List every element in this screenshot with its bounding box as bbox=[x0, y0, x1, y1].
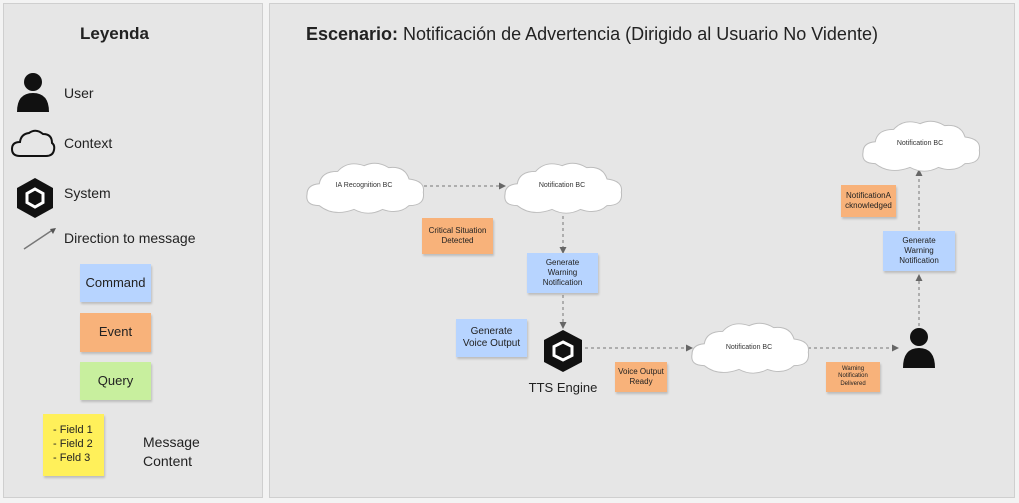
command-line: Warning bbox=[904, 246, 934, 255]
command-line: Notification bbox=[899, 256, 939, 265]
event-line: cknowledged bbox=[845, 201, 892, 210]
event-line: NotificationA bbox=[846, 191, 891, 200]
event-line: Critical Situation bbox=[428, 226, 487, 235]
command-generate-voice-output: Generate Voice Output bbox=[456, 319, 527, 357]
event-critical-situation-detected: Critical Situation Detected bbox=[422, 218, 493, 254]
event-line: Detected bbox=[441, 236, 474, 245]
cloud-label-notification-right: Notification BC bbox=[896, 140, 944, 147]
command-line: Notification bbox=[542, 278, 583, 287]
command-generate-warning-notification: Generate Warning Notification bbox=[527, 253, 598, 293]
event-line: Voice Output bbox=[618, 367, 664, 376]
command-line: Generate bbox=[470, 325, 513, 337]
command-line: Voice Output bbox=[462, 338, 521, 349]
command-line: Warning bbox=[547, 268, 578, 277]
event-line: Notification bbox=[838, 373, 868, 380]
event-notification-acknowledged: NotificationA cknowledged bbox=[841, 185, 896, 217]
command-line: Generate bbox=[545, 258, 580, 267]
tts-engine-label: TTS Engine bbox=[528, 380, 598, 395]
event-line: Ready bbox=[629, 377, 653, 386]
cloud-label-notification-top: Notification BC bbox=[538, 182, 586, 189]
diagram-canvas bbox=[306, 120, 981, 374]
event-warning-notification-delivered: Warning Notification Delivered bbox=[826, 362, 880, 392]
event-line: Warning bbox=[841, 365, 865, 372]
cloud-label-notification-mid: Notification BC bbox=[725, 344, 773, 351]
command-generate-warning-notification-2: Generate Warning Notification bbox=[883, 231, 955, 271]
command-line: Generate bbox=[902, 236, 936, 245]
tts-engine-hexagon-icon bbox=[544, 330, 582, 372]
user-icon bbox=[903, 328, 935, 368]
event-line: Delivered bbox=[840, 380, 866, 387]
event-voice-output-ready: Voice Output Ready bbox=[615, 362, 667, 392]
cloud-label-ia-recognition: IA Recognition BC bbox=[335, 182, 393, 189]
